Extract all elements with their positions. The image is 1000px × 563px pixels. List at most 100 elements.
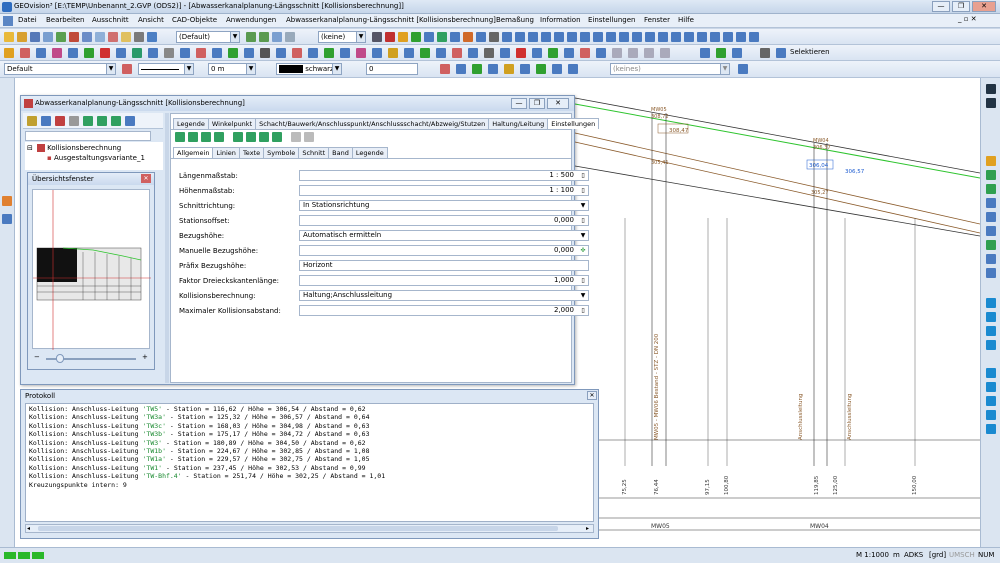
tab-einstellungen[interactable]: Einstellungen <box>547 118 600 129</box>
rect-icon[interactable] <box>100 48 110 58</box>
gray2-icon[interactable] <box>628 48 638 58</box>
measure-icon[interactable] <box>476 32 486 42</box>
view3-icon[interactable] <box>732 48 742 58</box>
style-combo[interactable]: (Default) ▼ <box>176 31 240 43</box>
move-icon[interactable] <box>372 48 382 58</box>
menu-abwasserkanalplanung[interactable]: Abwasserkanalplanung-Längsschnitt [Kolli… <box>286 16 496 24</box>
tree-root[interactable]: ⊟ Kollisionsberechnung <box>27 144 121 152</box>
purge-icon[interactable] <box>596 48 606 58</box>
hoehenmassstab-field[interactable]: 1 : 100 ▯ <box>299 185 589 196</box>
tree-delete-icon[interactable] <box>55 116 65 126</box>
view2-icon[interactable] <box>716 48 726 58</box>
menu-bearbeiten[interactable]: Bearbeiten <box>46 16 84 24</box>
number-field[interactable]: 0 <box>366 63 418 75</box>
gray4-icon[interactable] <box>660 48 670 58</box>
snap-h-icon[interactable] <box>986 410 996 420</box>
tool-q-icon[interactable] <box>710 32 720 42</box>
mirror-icon[interactable] <box>420 48 430 58</box>
tool-j-icon[interactable] <box>619 32 629 42</box>
chart-icon[interactable] <box>463 32 473 42</box>
protocol-close-icon[interactable]: ✕ <box>587 391 597 400</box>
tool-o-icon[interactable] <box>684 32 694 42</box>
tool-e-icon[interactable] <box>554 32 564 42</box>
tab-haltung[interactable]: Haltung/Leitung <box>488 118 549 129</box>
set-icon-e[interactable] <box>233 132 243 142</box>
snap-icon[interactable] <box>259 32 269 42</box>
set-icon-a[interactable] <box>175 132 185 142</box>
tree-calc3-icon[interactable] <box>111 116 121 126</box>
arc-icon[interactable] <box>68 48 78 58</box>
laengenmassstab-field[interactable]: 1 : 500 ▯ <box>299 170 589 181</box>
spin-icon[interactable]: ▯ <box>578 216 588 225</box>
tool-h-icon[interactable] <box>593 32 603 42</box>
dialog-restore-button[interactable]: ❐ <box>529 98 545 109</box>
attr-a-icon[interactable] <box>440 64 450 74</box>
ortho-icon[interactable] <box>272 32 282 42</box>
zoom-icon[interactable] <box>43 32 53 42</box>
extend-icon[interactable] <box>484 48 494 58</box>
dialog-minimize-button[interactable]: — <box>511 98 527 109</box>
layer-combo[interactable]: Default ▼ <box>4 63 116 75</box>
menu-bemassung[interactable]: Bemaßung <box>496 16 534 24</box>
schnittrichtung-select[interactable]: In Stationsrichtung ▼ <box>299 200 589 211</box>
tree-menu-icon[interactable] <box>125 116 135 126</box>
tree-calc-icon[interactable] <box>83 116 93 126</box>
splitter[interactable] <box>165 113 169 383</box>
regen-icon[interactable] <box>986 254 996 264</box>
snap-d-icon[interactable] <box>986 340 996 350</box>
zoom-minus-icon[interactable]: − <box>34 353 40 361</box>
grid-icon[interactable] <box>246 32 256 42</box>
snap-b-icon[interactable] <box>986 312 996 322</box>
attr-d-icon[interactable] <box>488 64 498 74</box>
scroll-thumb[interactable] <box>38 526 558 531</box>
print-icon[interactable] <box>108 32 118 42</box>
tool-r-icon[interactable] <box>723 32 733 42</box>
tab-texte[interactable]: Texte <box>238 147 265 158</box>
scroll-right-icon[interactable]: ▸ <box>586 525 589 532</box>
menu-datei[interactable]: Datei <box>18 16 37 24</box>
symbol-icon[interactable] <box>148 48 158 58</box>
tab-legende-sub[interactable]: Legende <box>351 147 388 158</box>
chevron-down-icon[interactable]: ▼ <box>578 291 588 300</box>
trim-icon[interactable] <box>468 48 478 58</box>
kollisionsabstand-field[interactable]: 2,000 ▯ <box>299 305 589 316</box>
tool-l-icon[interactable] <box>645 32 655 42</box>
fill-icon[interactable] <box>116 48 126 58</box>
text-icon[interactable] <box>244 48 254 58</box>
tool-n-icon[interactable] <box>671 32 681 42</box>
zoom-all-icon[interactable] <box>986 198 996 208</box>
menu-hilfe[interactable]: Hilfe <box>678 16 694 24</box>
redraw-icon[interactable] <box>986 268 996 278</box>
zoom-in-icon[interactable] <box>986 156 996 166</box>
tab-schacht[interactable]: Schacht/Bauwerk/Anschlusspunkt/Anschluss… <box>255 118 490 129</box>
set-icon-f[interactable] <box>246 132 256 142</box>
snap-g-icon[interactable] <box>986 396 996 406</box>
tool-s-icon[interactable] <box>736 32 746 42</box>
tool-i-icon[interactable] <box>606 32 616 42</box>
tool-m-icon[interactable] <box>658 32 668 42</box>
open-icon[interactable] <box>17 32 27 42</box>
mark2-icon[interactable] <box>292 48 302 58</box>
tab-allgemein[interactable]: Allgemein <box>173 147 214 158</box>
praefix-field[interactable]: Horizont <box>299 260 589 271</box>
color-combo[interactable]: schwarz ▼ <box>276 63 342 75</box>
snap-f-icon[interactable] <box>986 382 996 392</box>
restore-button[interactable]: ❐ <box>952 1 970 12</box>
snap-e-icon[interactable] <box>986 368 996 378</box>
tools-icon[interactable] <box>134 32 144 42</box>
tab-linien[interactable]: Linien <box>212 147 240 158</box>
offset-icon[interactable] <box>452 48 462 58</box>
set-icon-g[interactable] <box>259 132 269 142</box>
spin-icon[interactable]: ▯ <box>578 306 588 315</box>
chevron-down-icon[interactable]: ▼ <box>578 231 588 240</box>
arrow-up-icon[interactable] <box>986 98 996 108</box>
props-icon[interactable] <box>564 48 574 58</box>
flag-icon[interactable] <box>228 48 238 58</box>
zoom-plus-icon[interactable]: + <box>142 353 148 361</box>
hatch-icon[interactable] <box>164 48 174 58</box>
mdi-controls[interactable]: _ ▫ ✕ <box>958 15 977 23</box>
tree-new-icon[interactable] <box>27 116 37 126</box>
ok-icon[interactable] <box>411 32 421 42</box>
grid2-icon[interactable] <box>260 48 270 58</box>
menu-cad-objekte[interactable]: CAD-Objekte <box>172 16 217 24</box>
